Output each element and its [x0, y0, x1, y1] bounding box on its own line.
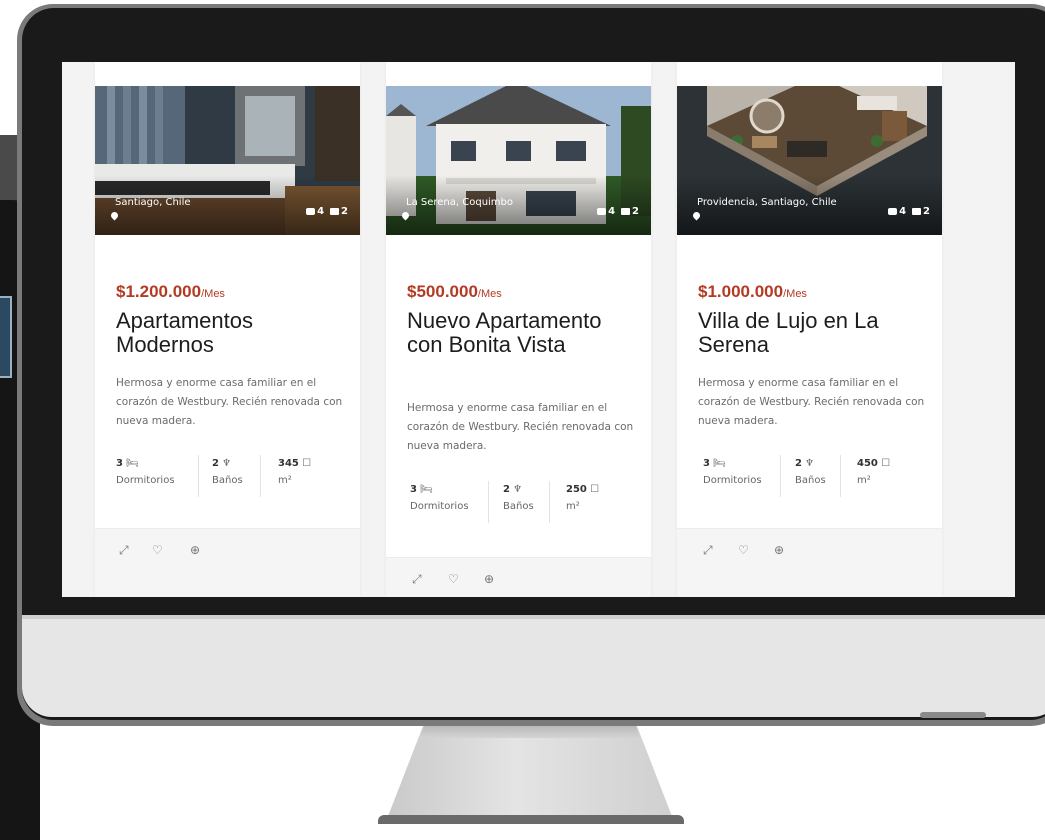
video-count: 2: [341, 206, 348, 217]
price-period: /Mes: [783, 288, 807, 300]
listing-title[interactable]: Nuevo Apartamento con Bonita Vista: [407, 309, 637, 357]
photo-count: 4: [899, 206, 907, 217]
video-count: 2: [632, 206, 639, 217]
favorite-icon[interactable]: ♡: [448, 572, 459, 586]
listing-description: Hermosa y enorme casa familiar en el cor…: [407, 402, 634, 452]
listing-photo[interactable]: La Serena, Coquimbo 42: [386, 86, 651, 235]
camera-icon: [888, 208, 898, 215]
listing-description: Hermosa y enorme casa familiar en el cor…: [116, 377, 343, 427]
stat-divider: [780, 455, 781, 497]
listing-location: Providencia, Santiago, Chile: [697, 197, 837, 208]
monitor-slot: [920, 712, 986, 718]
media-counts[interactable]: 42: [306, 206, 348, 217]
price-value: $1.200.000: [116, 282, 202, 301]
price-period: /Mes: [477, 288, 502, 300]
compare-icon[interactable]: ⊕: [484, 572, 494, 586]
stat-divider: [260, 455, 261, 497]
video-count: 2: [923, 206, 930, 217]
expand-icon[interactable]: ⤢: [703, 543, 713, 558]
area-stat: 250 ☐ m²: [566, 484, 600, 512]
bed-icon: 🛏: [126, 458, 139, 469]
bed-icon: 🛏: [420, 484, 433, 495]
listing-title[interactable]: Apartamentos Modernos: [116, 309, 346, 357]
monitor-chin-divider: [22, 615, 1045, 619]
stat-divider: [198, 455, 199, 497]
stat-divider: [549, 481, 550, 523]
listing-actions: ⤢ ♡ ⊕: [677, 528, 942, 597]
area-stat: 450 ☐ m²: [857, 458, 891, 486]
bedrooms-stat: 3 🛏 Dormitorios: [703, 458, 762, 486]
expand-icon[interactable]: ⤢: [412, 572, 422, 587]
favorite-icon[interactable]: ♡: [738, 543, 749, 557]
compare-icon[interactable]: ⊕: [774, 543, 784, 557]
video-icon: [621, 208, 631, 215]
monitor-stand-base: [378, 815, 684, 824]
listing-photo[interactable]: Santiago, Chile 42: [95, 86, 360, 235]
bed-icon: 🛏: [713, 458, 726, 469]
favorite-icon[interactable]: ♡: [152, 543, 163, 557]
video-icon: [330, 208, 340, 215]
listing-location: Santiago, Chile: [115, 197, 191, 208]
area-stat: 345 ☐ m²: [278, 458, 312, 486]
area-icon: ☐: [881, 458, 891, 469]
photo-count: 4: [317, 206, 325, 217]
camera-icon: [306, 208, 316, 215]
listing-card[interactable]: La Serena, Coquimbo 42 $500.000/Mes Nuev…: [386, 62, 651, 597]
listing-title[interactable]: Villa de Lujo en La Serena: [698, 309, 928, 357]
listing-description: Hermosa y enorme casa familiar en el cor…: [698, 377, 925, 427]
photo-count: 4: [608, 206, 616, 217]
media-counts[interactable]: 42: [888, 206, 930, 217]
listing-card[interactable]: Santiago, Chile 42 $1.200.000/Mes Aparta…: [95, 62, 360, 597]
video-icon: [912, 208, 922, 215]
bedrooms-stat: 3 🛏 Dormitorios: [116, 458, 175, 486]
background-screen-fragment: [0, 296, 12, 378]
bath-icon: ♆: [805, 458, 815, 469]
monitor-chin: [22, 615, 1045, 717]
stat-divider: [840, 455, 841, 497]
area-icon: ☐: [302, 458, 312, 469]
listing-price: $1.200.000/Mes: [116, 282, 225, 302]
area-icon: ☐: [590, 484, 600, 495]
baths-stat: 2 ♆ Baños: [212, 458, 243, 486]
baths-stat: 2 ♆ Baños: [795, 458, 826, 486]
listing-card[interactable]: Providencia, Santiago, Chile 42 $1.000.0…: [677, 62, 942, 597]
monitor-screen: Santiago, Chile 42 $1.200.000/Mes Aparta…: [62, 62, 1015, 597]
media-counts[interactable]: 42: [597, 206, 639, 217]
listing-actions: ⤢ ♡ ⊕: [95, 528, 360, 597]
expand-icon[interactable]: ⤢: [119, 543, 129, 558]
price-value: $1.000.000: [698, 282, 784, 301]
camera-icon: [597, 208, 607, 215]
listing-price: $500.000/Mes: [407, 282, 502, 302]
baths-stat: 2 ♆ Baños: [503, 484, 534, 512]
bath-icon: ♆: [222, 458, 232, 469]
bedrooms-stat: 3 🛏 Dormitorios: [410, 484, 469, 512]
price-period: /Mes: [201, 288, 225, 300]
listing-photo[interactable]: Providencia, Santiago, Chile 42: [677, 86, 942, 235]
stat-divider: [488, 481, 489, 523]
compare-icon[interactable]: ⊕: [190, 543, 200, 557]
price-value: $500.000: [407, 282, 478, 301]
listing-price: $1.000.000/Mes: [698, 282, 807, 302]
bath-icon: ♆: [513, 484, 523, 495]
listing-location: La Serena, Coquimbo: [406, 197, 514, 208]
listing-actions: ⤢ ♡ ⊕: [386, 557, 651, 597]
